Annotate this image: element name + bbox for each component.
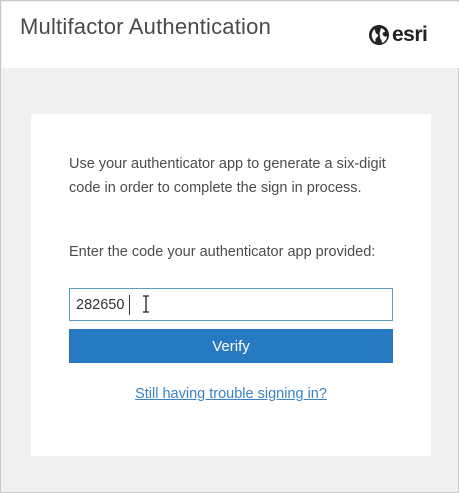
trouble-signing-in-link[interactable]: Still having trouble signing in? — [31, 386, 431, 402]
globe-icon — [369, 25, 389, 45]
verify-button[interactable]: Verify — [69, 329, 393, 363]
code-label: Enter the code your authenticator app pr… — [69, 244, 376, 260]
instructions-text: Use your authenticator app to generate a… — [69, 156, 386, 196]
page-frame: Multifactor Authentication esri Use your… — [0, 0, 459, 493]
text-caret — [129, 295, 130, 315]
header: Multifactor Authentication esri — [2, 2, 459, 68]
code-input[interactable] — [69, 288, 393, 321]
logo-text: esri — [392, 23, 428, 46]
mfa-card: Use your authenticator app to generate a… — [31, 114, 431, 456]
esri-logo: esri — [368, 23, 428, 46]
ibeam-cursor-icon — [143, 295, 149, 313]
page-title: Multifactor Authentication — [20, 14, 272, 39]
